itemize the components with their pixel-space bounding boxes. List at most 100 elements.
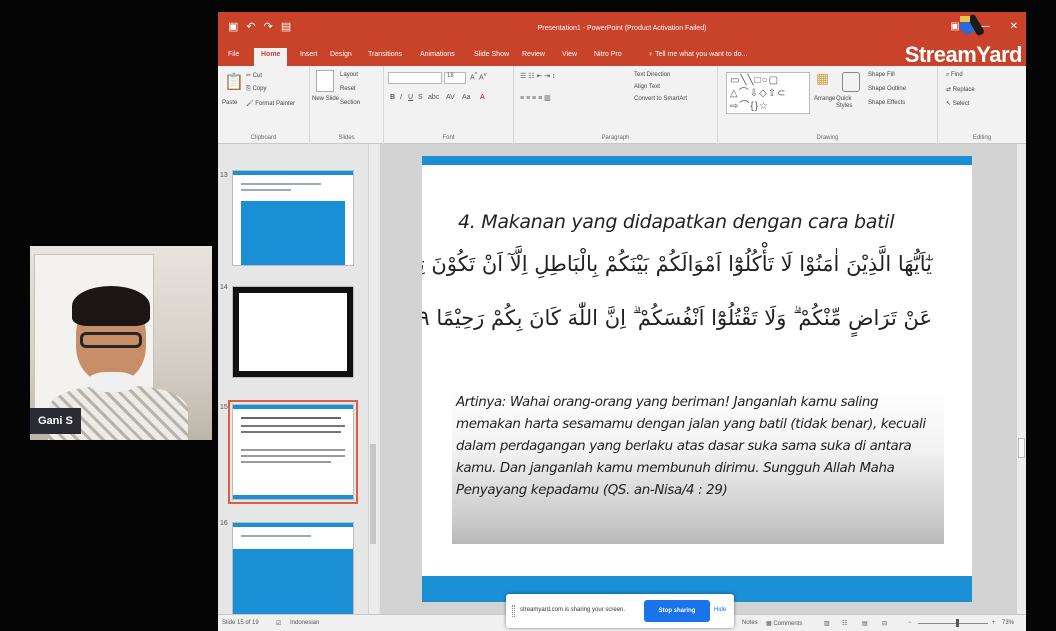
language-indicator[interactable]: Indonesian — [290, 620, 319, 626]
comments-button[interactable]: ▦ Comments — [766, 620, 802, 627]
zoom-slider[interactable] — [918, 623, 988, 624]
convert-smartart-button[interactable]: Convert to SmartArt — [634, 96, 687, 102]
tab-home[interactable]: Home — [254, 48, 288, 66]
tab-transitions[interactable]: Transitions — [368, 51, 402, 58]
font-name-field[interactable] — [388, 72, 442, 84]
bold-button[interactable]: B — [390, 94, 395, 101]
slide-thumbnail-14[interactable] — [232, 286, 354, 378]
new-slide-button[interactable]: New Slide — [312, 96, 339, 102]
spacing-button[interactable]: AV — [446, 94, 455, 101]
editing-group: ⌕ Find ⇄ Replace ↖ Select Editing — [938, 66, 1026, 144]
translation-text[interactable]: Artinya: Wahai orang-orang yang beriman!… — [456, 392, 926, 502]
clipboard-group-label: Clipboard — [250, 135, 277, 141]
replace-button[interactable]: ⇄ Replace — [946, 86, 975, 93]
streamyard-logo: StreamYard — [904, 42, 1023, 67]
stop-sharing-button[interactable]: Stop sharing — [644, 600, 710, 622]
change-case-button[interactable]: Aa — [462, 94, 471, 101]
close-icon[interactable]: ✕ — [1010, 21, 1018, 32]
slide-scrollbar-handle[interactable] — [1018, 438, 1025, 458]
slide-top-bar — [422, 156, 972, 165]
drawing-group: ▭╲╲□○▢ △⌒⇩◇⇧⊂ ⇨⌒{}☆ ▦ Arrange Quick Styles… — [718, 66, 938, 144]
slide-thumbnail-15[interactable] — [228, 400, 358, 504]
thumbnail-number: 15 — [220, 404, 228, 411]
cut-button[interactable]: ✂ Cut — [246, 72, 262, 79]
tab-insert[interactable]: Insert — [300, 51, 318, 58]
paste-button[interactable]: Paste — [222, 100, 237, 106]
select-button[interactable]: ↖ Select — [946, 100, 969, 107]
zoom-slider-handle[interactable] — [956, 619, 959, 627]
layout-button[interactable]: Layout — [340, 72, 358, 78]
zoom-in-icon[interactable]: + — [992, 620, 996, 626]
notes-button[interactable]: Notes — [742, 620, 758, 626]
thumbnail-number: 14 — [220, 284, 228, 291]
shapes-gallery[interactable]: ▭╲╲□○▢ △⌒⇩◇⇧⊂ ⇨⌒{}☆ — [726, 72, 810, 114]
normal-view-icon[interactable]: ▥ — [824, 620, 830, 627]
grow-font-icon[interactable]: A^ Av — [470, 72, 487, 81]
format-painter-button[interactable]: 🖌 Format Painter — [246, 100, 295, 107]
title-bar: ▣ ↶ ↷ ▤ Presentation1 - PowerPoint (Prod… — [218, 12, 1026, 45]
reset-button[interactable]: Reset — [340, 86, 356, 92]
new-slide-icon[interactable] — [316, 70, 334, 92]
slide-editor: 4. Makanan yang didapatkan dengan cara b… — [380, 144, 1026, 614]
quick-styles-button[interactable]: Quick Styles — [836, 96, 860, 110]
hide-button[interactable]: Hide — [714, 607, 726, 613]
shape-effects-button[interactable]: Shape Effects — [868, 100, 905, 106]
arrange-button[interactable]: Arrange — [814, 96, 835, 102]
slide-thumbnail-13[interactable] — [232, 170, 354, 266]
tab-file[interactable]: File — [228, 51, 239, 58]
clipboard-group: 📋 Paste ✂ Cut ⎘ Copy 🖌 Format Painter Cl… — [218, 66, 310, 144]
find-label: Find — [951, 72, 963, 78]
ayah-line-2[interactable]: عَنْ تَرَاضٍ مِّنْكُمْ ۗ وَلَا تَقْتُلُو… — [422, 306, 932, 331]
thumbnail-text-line — [241, 455, 345, 457]
tab-animations[interactable]: Animations — [420, 51, 455, 58]
tab-design[interactable]: Design — [330, 51, 352, 58]
thumbnail-text-line — [241, 417, 341, 419]
shape-outline-button[interactable]: Shape Outline — [868, 86, 906, 92]
thumbnail-text-line — [241, 431, 341, 433]
font-size-field[interactable]: 18 — [444, 72, 466, 84]
current-slide[interactable]: 4. Makanan yang didapatkan dengan cara b… — [422, 156, 972, 602]
slide-thumbnail-16[interactable] — [232, 522, 354, 618]
reading-view-icon[interactable]: ▤ — [862, 620, 868, 627]
strikethrough-button[interactable]: abc — [428, 94, 439, 101]
tab-view[interactable]: View — [562, 51, 577, 58]
paste-icon[interactable]: 📋 — [224, 72, 244, 92]
ayah-line-1[interactable]: يٰٓاَيُّهَا الَّذِيْنَ اٰمَنُوْا لَا تَأ… — [422, 252, 932, 276]
slideshow-view-icon[interactable]: ⊟ — [882, 620, 887, 627]
spellcheck-icon[interactable]: ☑ — [276, 620, 281, 627]
comments-label: Comments — [773, 621, 803, 627]
zoom-out-icon[interactable]: − — [908, 620, 912, 626]
participant-video: Gani S — [30, 246, 212, 440]
tab-nitro-pro[interactable]: Nitro Pro — [594, 51, 622, 58]
quick-styles-icon[interactable] — [842, 72, 860, 92]
find-button[interactable]: ⌕ Find — [946, 72, 963, 79]
tell-me-search[interactable]: ♀ Tell me what you want to do... — [648, 51, 747, 58]
align-text-button[interactable]: Align Text — [634, 84, 660, 90]
shape-fill-button[interactable]: Shape Fill — [868, 72, 895, 78]
copy-button[interactable]: ⎘ Copy — [246, 86, 266, 93]
section-button[interactable]: Section — [340, 100, 360, 106]
slides-group: New Slide Layout Reset Section Slides — [310, 66, 384, 144]
underline-button[interactable]: U — [408, 94, 413, 101]
zoom-level[interactable]: 73% — [1002, 620, 1014, 626]
shadow-button[interactable]: S — [418, 94, 423, 101]
tab-review[interactable]: Review — [522, 51, 545, 58]
thumbnail-text-line — [241, 183, 321, 185]
arrange-icon[interactable]: ▦ — [816, 70, 829, 87]
thumbnail-scrollbar-handle[interactable] — [370, 444, 376, 544]
italic-button[interactable]: I — [400, 94, 402, 101]
tab-slide-show[interactable]: Slide Show — [474, 51, 509, 58]
thumbnail-number: 16 — [220, 520, 228, 527]
slide-sorter-icon[interactable]: ☷ — [842, 620, 847, 627]
font-color-button[interactable]: A — [480, 94, 485, 101]
thumbnail-top-strip — [233, 405, 353, 409]
text-direction-button[interactable]: Text Direction — [634, 72, 670, 78]
paragraph-group: ☰ ☷ ⇤ ⇥ ↕ ≡ ≡ ≡ ≡ ▥ Text Direction Align… — [514, 66, 718, 144]
thumbnail-text-line — [241, 189, 291, 191]
slide-scrollbar[interactable] — [1016, 144, 1026, 614]
thumbnail-text-line — [241, 425, 345, 427]
bullets-icon[interactable]: ☰ ☷ ⇤ ⇥ ↕ — [520, 72, 556, 80]
align-icons[interactable]: ≡ ≡ ≡ ≡ ▥ — [520, 94, 551, 102]
slide-title[interactable]: 4. Makanan yang didapatkan dengan cara b… — [458, 211, 895, 233]
drag-handle-icon[interactable] — [512, 605, 515, 617]
